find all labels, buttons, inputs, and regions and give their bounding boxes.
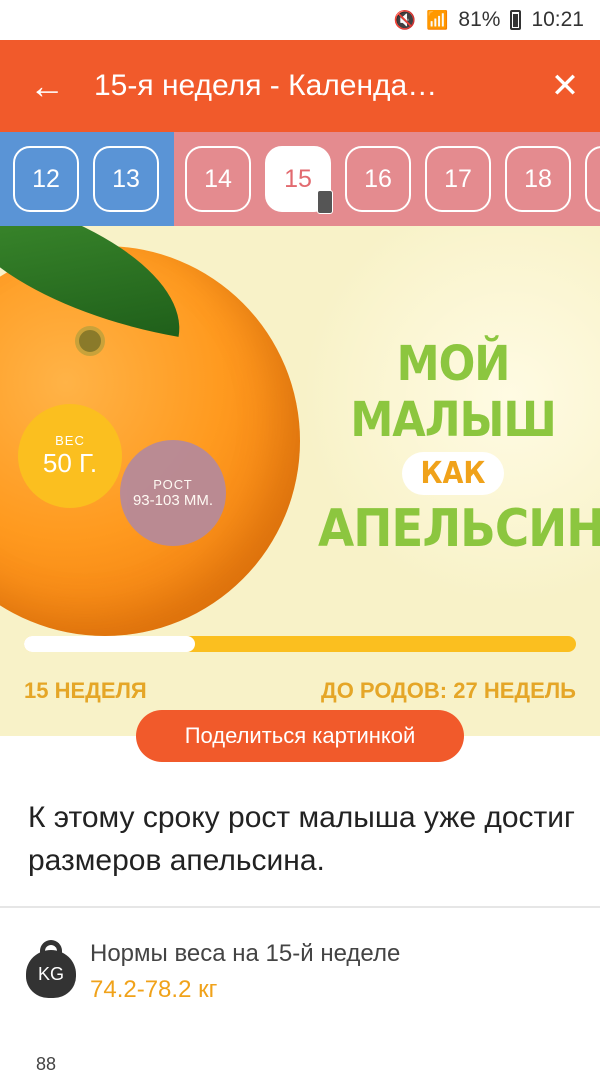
- description-text: К этому сроку рост малыша уже достиг раз…: [28, 801, 575, 877]
- status-bar: 🔇 📶 81% 10:21: [0, 0, 600, 40]
- app-bar: ← 15-я неделя - Календа… ✕: [0, 40, 600, 132]
- weight-norm-value: 74.2-78.2 кг: [90, 976, 218, 1003]
- weight-label: ВЕС: [55, 433, 85, 448]
- orange-stem: [75, 326, 105, 356]
- share-image-button[interactable]: Поделиться картинкой: [136, 710, 464, 762]
- weight-value: 50 Г.: [42, 448, 98, 478]
- week-chip-17[interactable]: 17: [425, 146, 491, 212]
- pregnancy-progress: [24, 636, 576, 652]
- current-week-label: 15 НЕДЕЛЯ: [24, 678, 147, 703]
- battery-icon: [510, 10, 522, 30]
- height-value: 93-103 ММ.: [132, 492, 214, 509]
- weight-badge: ВЕС 50 Г.: [18, 404, 122, 508]
- divider: [0, 906, 600, 908]
- close-icon[interactable]: ✕: [530, 40, 600, 132]
- week-illustration: ВЕС 50 Г. РОСТ 93-103 ММ. МОЙ МАЛЫШ КАК …: [0, 226, 600, 736]
- clock: 10:21: [531, 8, 584, 31]
- next-section-peek: 88: [36, 1054, 57, 1074]
- week-chip-13[interactable]: 13: [93, 146, 159, 212]
- headline-kak: КАК: [402, 452, 504, 495]
- height-badge: РОСТ 93-103 ММ.: [120, 440, 226, 546]
- height-label: РОСТ: [153, 477, 193, 492]
- pregnancy-progress-fill: [24, 636, 196, 652]
- weight-norm-title: Нормы веса на 15-й неделе: [90, 940, 401, 967]
- wifi-icon: 📶: [425, 9, 449, 30]
- headline-line1: МОЙ МАЛЫШ: [350, 336, 556, 448]
- week-chip-next[interactable]: [585, 146, 600, 212]
- weight-norm-texts: Нормы веса на 15-й неделе 74.2-78.2 кг: [90, 940, 400, 1004]
- mute-icon: 🔇: [393, 9, 416, 30]
- week-chip-16[interactable]: 16: [345, 146, 411, 212]
- week-row: 12 13 14 15 16 17 18: [13, 146, 600, 214]
- weight-norm-row: KG Нормы веса на 15-й неделе 74.2-78.2 к…: [26, 940, 400, 1004]
- battery-percent: 81%: [458, 8, 501, 31]
- page-title: 15-я неделя - Календа…: [94, 69, 438, 102]
- headline: МОЙ МАЛЫШ КАК АПЕЛЬСИН: [318, 336, 600, 559]
- week-selector: 12 13 14 15 16 17 18: [0, 132, 600, 226]
- week-chip-current-label: 15: [284, 164, 312, 193]
- week-chip-18[interactable]: 18: [505, 146, 571, 212]
- headline-line3: АПЕЛЬСИН: [318, 499, 600, 559]
- kettlebell-body: KG: [26, 950, 76, 998]
- week-chip-current[interactable]: 15: [265, 146, 333, 214]
- back-arrow-icon[interactable]: ←: [0, 40, 94, 132]
- week-chip-12[interactable]: 12: [13, 146, 79, 212]
- week-chip-14[interactable]: 14: [185, 146, 251, 212]
- phone-icon: [317, 190, 333, 214]
- weeks-left-label: ДО РОДОВ: 27 НЕДЕЛЬ: [321, 678, 576, 703]
- kettlebell-icon: KG: [26, 940, 76, 1000]
